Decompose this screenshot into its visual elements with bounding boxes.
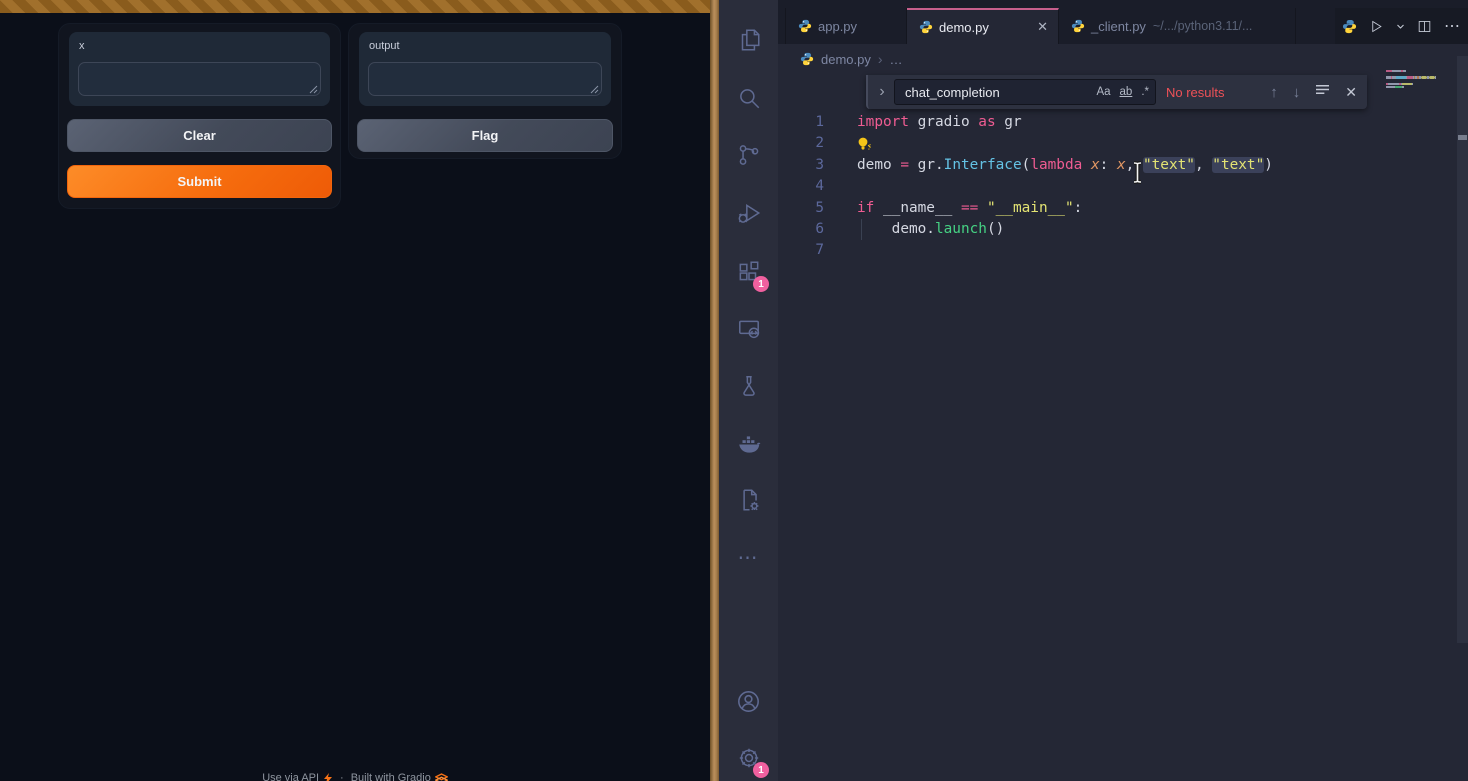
find-next-icon[interactable]: ↓ xyxy=(1293,84,1301,101)
find-input[interactable] xyxy=(903,84,1087,101)
split-editor-icon[interactable] xyxy=(1417,19,1432,34)
python-file-icon xyxy=(919,20,933,34)
extensions-badge: 1 xyxy=(753,276,769,292)
search-icon[interactable] xyxy=(719,78,778,118)
editor-actions: ⋯ xyxy=(1335,8,1468,44)
tab-demo-py[interactable]: demo.py ✕ xyxy=(907,8,1059,44)
input-label: x xyxy=(79,40,85,52)
quick-fix-lightbulb-icon[interactable] xyxy=(856,136,872,152)
tab-close-icon[interactable]: ✕ xyxy=(1037,19,1048,35)
minimap[interactable] xyxy=(1386,70,1450,92)
source-control-icon[interactable] xyxy=(719,135,778,175)
overview-ruler-marker xyxy=(1458,135,1467,140)
input-textbox-block: x xyxy=(69,32,330,106)
loading-stripe-bar xyxy=(0,0,710,13)
docker-icon[interactable] xyxy=(719,424,778,464)
code-line[interactable]: 1import gradio as gr xyxy=(778,112,1378,133)
tab-label: app.py xyxy=(818,19,857,34)
find-close-icon[interactable]: ✕ xyxy=(1345,84,1357,101)
account-icon[interactable] xyxy=(719,681,778,721)
line-number: 6 xyxy=(778,219,824,240)
find-status: No results xyxy=(1166,85,1225,100)
gradio-app-pane: x Clear Submit output Flag Use via API xyxy=(0,0,710,781)
find-expand-chevron-icon[interactable]: › xyxy=(874,83,890,101)
indent-guide xyxy=(861,219,862,240)
activity-bar: 1 ⋯ xyxy=(719,0,778,781)
extensions-icon[interactable]: 1 xyxy=(719,252,778,292)
built-with-gradio-link[interactable]: Built with Gradio xyxy=(351,772,448,781)
additional-views-icon[interactable]: ⋯ xyxy=(719,537,778,577)
remote-explorer-icon[interactable] xyxy=(719,309,778,349)
find-previous-icon[interactable]: ↑ xyxy=(1270,84,1278,101)
more-actions-icon[interactable]: ⋯ xyxy=(1444,16,1461,36)
run-dropdown-chevron-icon[interactable] xyxy=(1396,22,1405,31)
python-file-icon xyxy=(1071,19,1085,33)
footer-separator: · xyxy=(340,772,344,781)
use-via-api-link[interactable]: Use via API xyxy=(262,772,333,781)
regex-icon[interactable]: .* xyxy=(1141,86,1149,98)
line-number: 2 xyxy=(778,133,824,154)
tab-path: ~/.../python3.11/... xyxy=(1153,19,1253,33)
tab-label: demo.py xyxy=(939,20,989,35)
python-interpreter-icon[interactable] xyxy=(1342,19,1357,34)
gradio-logo-icon xyxy=(435,773,448,781)
output-label: output xyxy=(369,40,400,52)
tab-label: _client.py xyxy=(1091,19,1146,34)
code-line[interactable]: 7 xyxy=(778,240,1378,261)
test-beaker-icon[interactable] xyxy=(719,366,778,406)
run-debug-icon[interactable] xyxy=(719,193,778,233)
line-number: 3 xyxy=(778,155,824,176)
line-number: 1 xyxy=(778,112,824,133)
code-lines[interactable]: 1import gradio as gr23demo = gr.Interfac… xyxy=(778,112,1378,262)
window-divider-sash[interactable] xyxy=(710,0,719,781)
output-textarea[interactable] xyxy=(368,62,602,96)
tab-app-py[interactable]: app.py xyxy=(785,8,907,44)
output-textbox-block: output xyxy=(359,32,611,106)
line-number: 7 xyxy=(778,240,824,261)
settings-gear-icon[interactable]: 1 xyxy=(719,738,778,778)
tab-bar: app.py demo.py ✕ _client.py ~/.../python… xyxy=(778,0,1468,44)
code-line[interactable]: 5if __name__ == "__main__": xyxy=(778,198,1378,219)
find-input-box: Aa ab .* xyxy=(894,79,1156,105)
mouse-text-cursor xyxy=(1130,161,1145,184)
whole-word-icon[interactable]: ab xyxy=(1120,86,1133,98)
breadcrumb[interactable]: demo.py › … xyxy=(800,44,903,74)
code-line[interactable]: 4 xyxy=(778,176,1378,197)
line-number: 5 xyxy=(778,198,824,219)
scrollbar-thumb[interactable] xyxy=(1457,56,1468,643)
gradio-footer: Use via API · Built with Gradio xyxy=(0,772,710,781)
find-in-selection-icon[interactable] xyxy=(1315,83,1330,101)
editor-group: app.py demo.py ✕ _client.py ~/.../python… xyxy=(778,0,1468,781)
breadcrumb-chevron-icon: › xyxy=(878,51,883,67)
task-file-gear-icon[interactable] xyxy=(719,480,778,520)
clear-button[interactable]: Clear xyxy=(67,119,332,152)
run-file-icon[interactable] xyxy=(1369,19,1384,34)
breadcrumb-file[interactable]: demo.py xyxy=(821,52,871,67)
api-bolt-icon xyxy=(323,773,333,781)
settings-badge: 1 xyxy=(753,762,769,778)
screen: x Clear Submit output Flag Use via API xyxy=(0,0,1468,781)
line-number: 4 xyxy=(778,176,824,197)
input-textarea[interactable] xyxy=(78,62,321,96)
python-file-icon xyxy=(800,52,814,66)
vscode-window: 1 ⋯ xyxy=(719,0,1468,781)
python-file-icon xyxy=(798,19,812,33)
match-case-icon[interactable]: Aa xyxy=(1096,86,1110,98)
find-widget: › Aa ab .* No results ↑ ↓ ✕ xyxy=(866,75,1367,109)
code-line[interactable]: 6 demo.launch() xyxy=(778,219,1378,240)
code-line[interactable]: 3demo = gr.Interface(lambda x: x, "text"… xyxy=(778,155,1378,176)
explorer-icon[interactable] xyxy=(719,20,778,60)
flag-button[interactable]: Flag xyxy=(357,119,613,152)
breadcrumb-more[interactable]: … xyxy=(890,52,903,67)
submit-button[interactable]: Submit xyxy=(67,165,332,198)
tab-client-py[interactable]: _client.py ~/.../python3.11/... xyxy=(1059,8,1296,44)
input-column: x Clear Submit xyxy=(58,23,341,209)
output-column: output Flag xyxy=(348,23,622,159)
